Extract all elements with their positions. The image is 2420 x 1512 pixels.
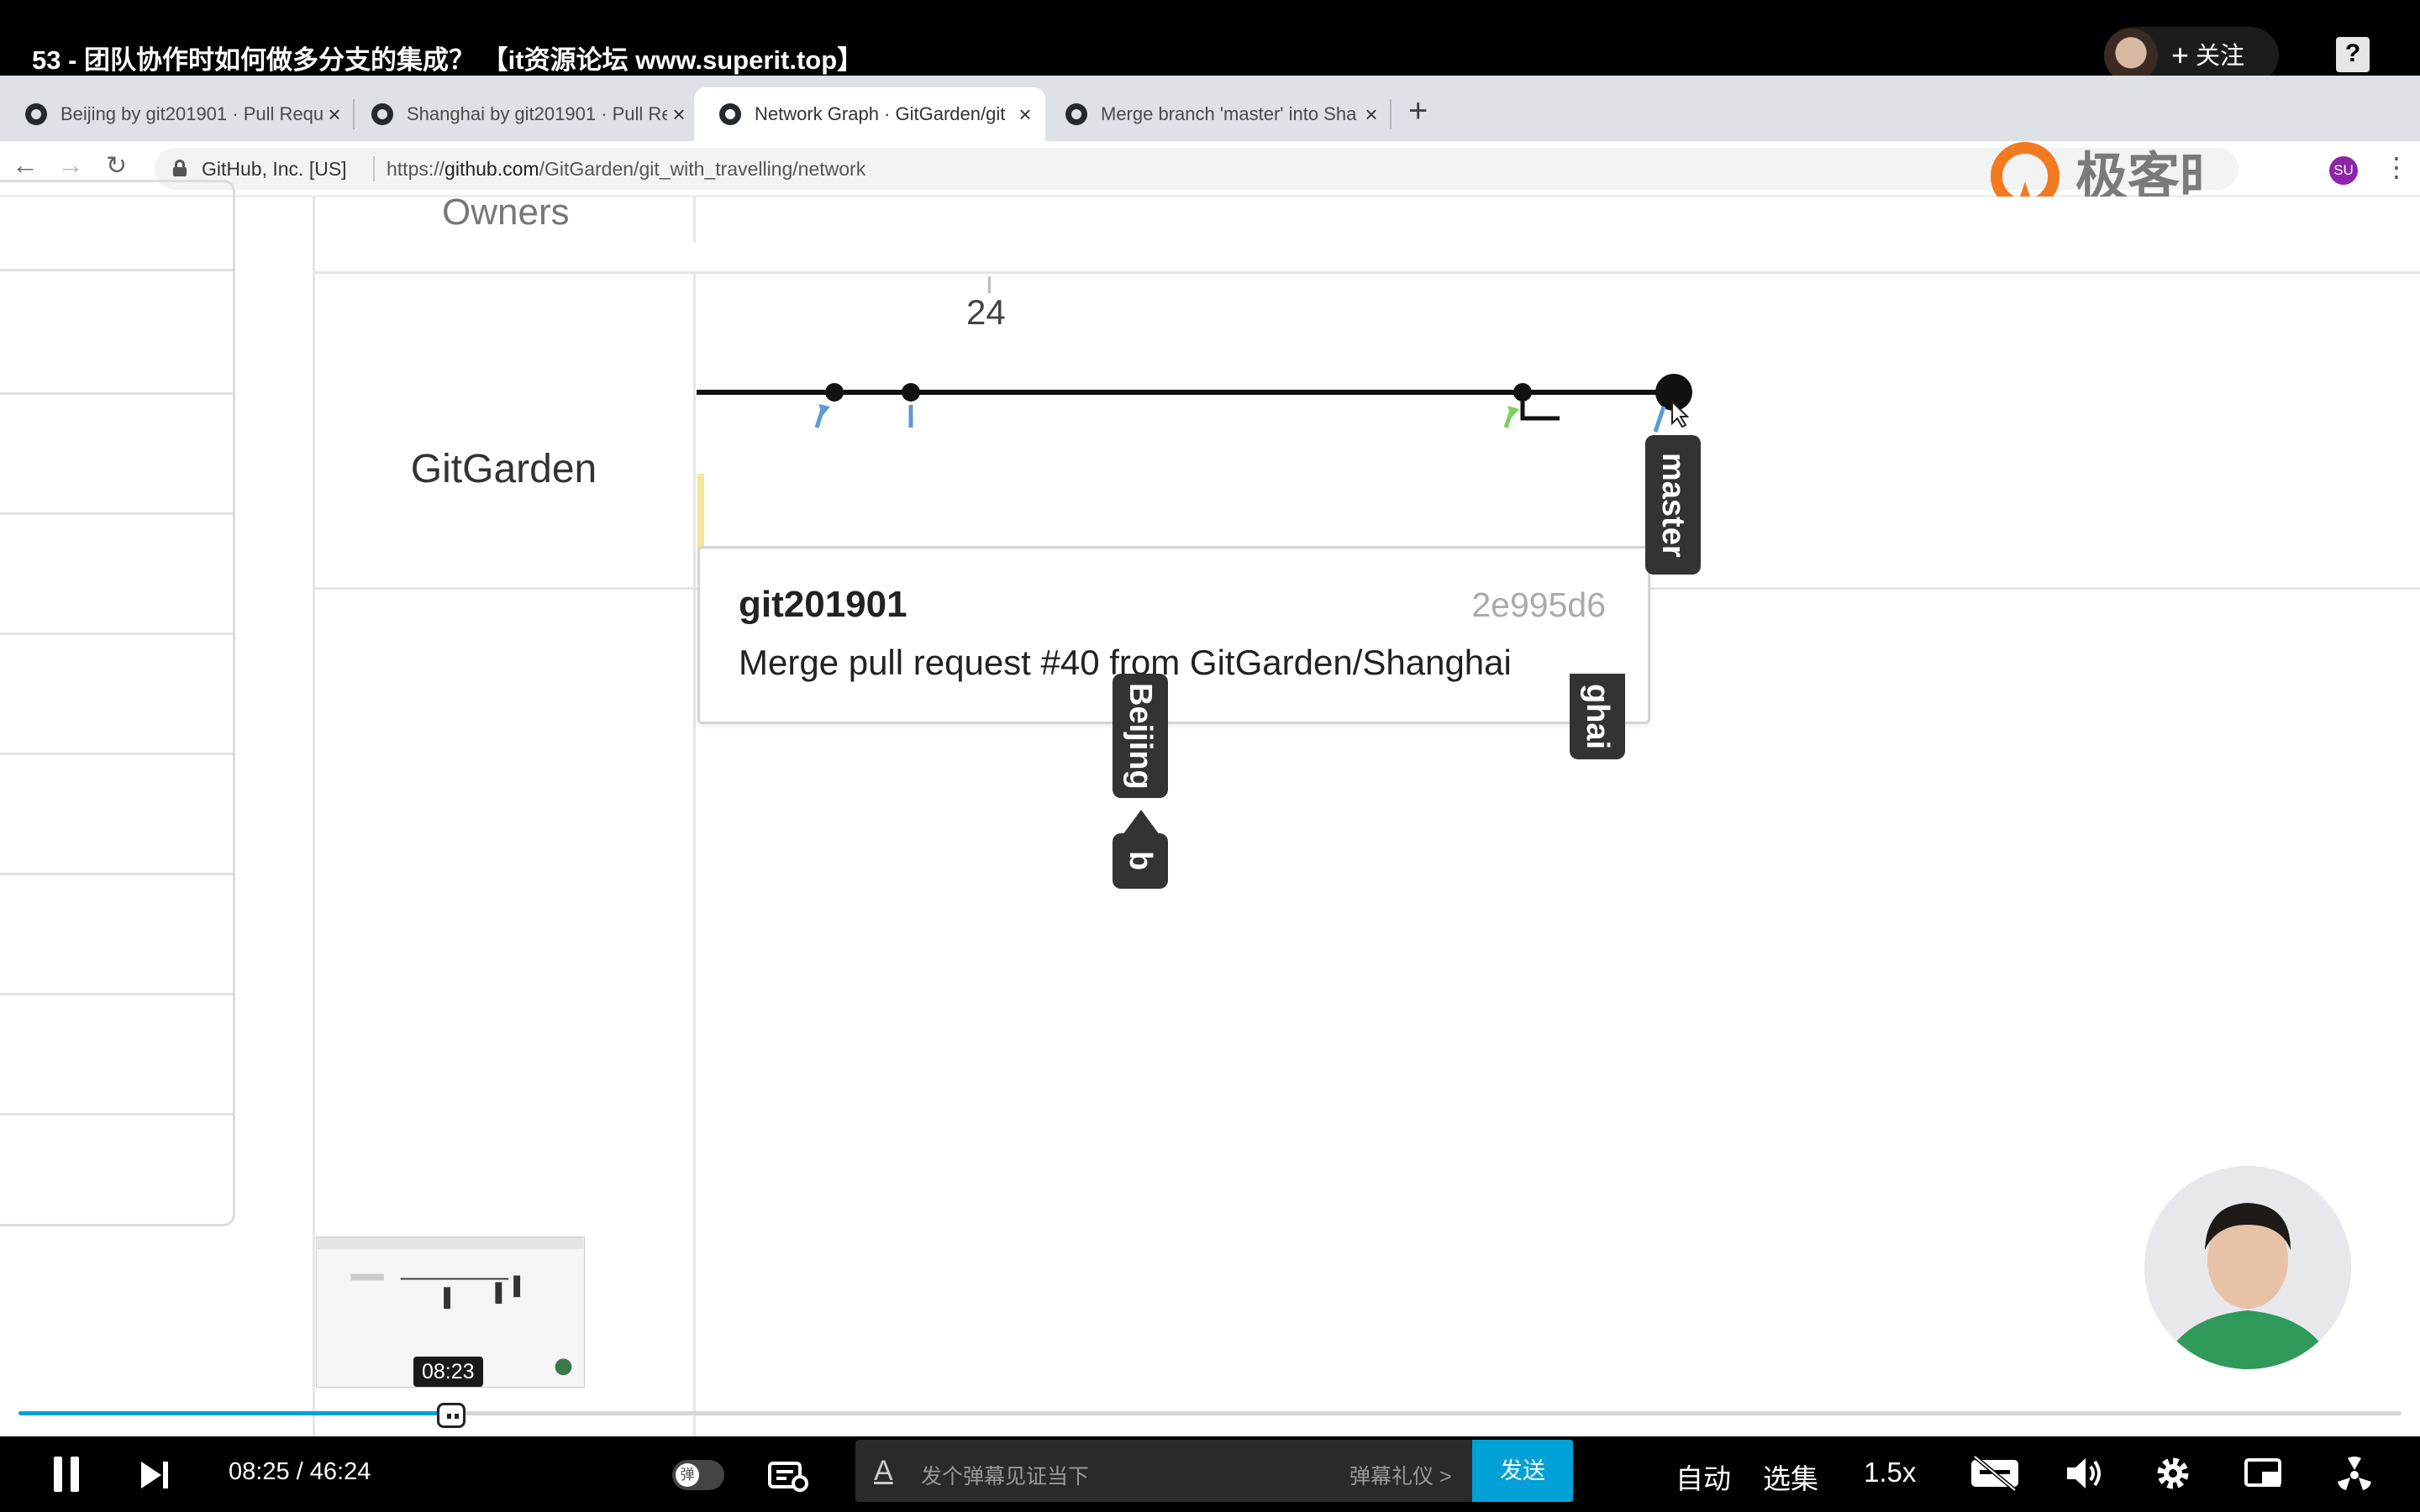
font-style-icon[interactable]: A (874, 1455, 893, 1488)
close-icon[interactable]: × (323, 102, 346, 128)
close-icon[interactable]: × (1360, 102, 1383, 128)
browser-tab-merge-branch[interactable]: Merge branch 'master' into Sha × (1040, 87, 1392, 141)
progress-fill (18, 1411, 451, 1415)
branch-arrow (1653, 406, 1666, 433)
plus-icon: + (2171, 38, 2190, 72)
tag-pointer (1123, 810, 1160, 835)
danmaku-placeholder: 发个弹幕见证当下 (921, 1465, 1090, 1488)
settings-gear-icon[interactable] (2153, 1455, 2193, 1492)
url-divider (373, 156, 375, 181)
volume-icon[interactable] (2064, 1455, 2104, 1492)
browser-tab-network-graph[interactable]: Network Graph · GitGarden/git × (694, 87, 1045, 141)
url-text[interactable]: https://github.com/GitGarden/git_with_tr… (387, 158, 865, 181)
danmaku-settings-icon[interactable] (768, 1460, 808, 1492)
current-time: 08:25 (229, 1458, 290, 1485)
panel-divider (0, 873, 233, 875)
send-danmaku-button[interactable]: 发送 (1472, 1440, 1573, 1502)
address-bar[interactable]: GitHub, Inc. [US] https://github.com/Git… (155, 148, 2238, 190)
time-display: 08:25 / 46:24 (229, 1458, 371, 1486)
network-graph[interactable]: Owners GitGarden 24 git201901 2e995d6 Me… (313, 192, 2420, 1436)
player-top-bar: 53 - 团队协作时如何做多分支的集成？ 【it资源论坛 www.superit… (0, 0, 2420, 84)
back-arrow-icon[interactable]: ← (12, 150, 39, 181)
danmaku-toggle-knob: 弹 (676, 1463, 699, 1487)
branch-label-master[interactable]: master (1645, 435, 1701, 575)
player-control-bar: 08:25 / 46:24 弹 A 发个弹幕见证当下 弹幕礼仪 > 发送 自动 … (0, 1436, 2420, 1512)
browser-tab-shanghai[interactable]: Shanghai by git201901 · Pull Re × (346, 87, 699, 141)
panel-divider (0, 633, 233, 635)
video-title: 53 - 团队协作时如何做多分支的集成？ 【it资源论坛 www.superit… (32, 45, 864, 75)
browser-tab-beijing[interactable]: Beijing by git201901 · Pull Requ × (0, 87, 355, 141)
browser-tab-strip: Beijing by git201901 · Pull Requ × Shang… (0, 76, 2420, 141)
lock-icon[interactable] (173, 160, 187, 176)
github-icon (25, 103, 47, 125)
pause-button[interactable] (54, 1457, 79, 1492)
url-prefix: https:// (387, 158, 445, 180)
tab-label: Beijing by git201901 · Pull Requ (60, 103, 323, 124)
branch-label-shanghai[interactable]: ghai (1570, 674, 1625, 759)
panel-divider (0, 512, 233, 515)
next-episode-button[interactable] (141, 1462, 170, 1488)
subtitles-icon[interactable] (1970, 1455, 2020, 1492)
recorded-browser-window: Beijing by git201901 · Pull Requ × Shang… (0, 76, 2420, 1436)
new-tab-button[interactable]: + (1408, 92, 1428, 130)
commit-dot[interactable] (902, 383, 920, 402)
danmaku-etiquette-link[interactable]: 弹幕礼仪 > (1349, 1460, 1452, 1490)
tab-label: Network Graph · GitGarden/git (755, 103, 1006, 124)
commit-dot[interactable] (825, 383, 844, 402)
time-separator: / (296, 1458, 303, 1485)
danmaku-toggle[interactable]: 弹 (672, 1460, 724, 1490)
panel-divider (0, 1113, 233, 1116)
github-icon (1065, 103, 1087, 125)
more-vertical-icon[interactable]: ⋮ (2383, 151, 2410, 183)
branch-label-beijing[interactable]: Beijing (1113, 674, 1168, 798)
left-sidebar-panel (0, 180, 235, 1226)
panel-divider (0, 269, 233, 271)
commit-author: git201901 (739, 584, 908, 625)
url-host: github.com (445, 158, 539, 180)
presenter-camera (2144, 1166, 2351, 1369)
forward-arrow-icon[interactable]: → (57, 150, 84, 181)
close-icon[interactable]: × (667, 102, 691, 128)
uploader-avatar[interactable] (2104, 29, 2158, 82)
preview-time: 08:23 (413, 1357, 483, 1387)
github-icon (371, 103, 393, 125)
episodes-button[interactable]: 选集 (1763, 1457, 1818, 1497)
total-time: 46:24 (309, 1458, 371, 1485)
tab-label: Shanghai by git201901 · Pull Re (407, 103, 667, 124)
commit-tooltip: git201901 2e995d6 Merge pull request #40… (697, 546, 1650, 724)
close-icon[interactable]: × (1013, 102, 1037, 128)
autoplay-button[interactable]: 自动 (1676, 1457, 1731, 1497)
tag-label-b[interactable]: b (1113, 833, 1168, 889)
site-identity[interactable]: GitHub, Inc. [US] (202, 158, 347, 181)
follow-label: 关注 (2196, 43, 2245, 70)
commit-graph-svg[interactable] (313, 197, 2420, 835)
profile-avatar[interactable]: SU (2329, 156, 2358, 185)
github-icon (719, 103, 741, 125)
reload-icon[interactable]: ↻ (106, 151, 127, 181)
picture-in-picture-icon[interactable] (2244, 1455, 2284, 1492)
panel-divider (0, 993, 233, 995)
tab-separator (1390, 99, 1392, 129)
playback-speed-button[interactable]: 1.5x (1864, 1457, 1916, 1488)
panel-divider (0, 392, 233, 395)
progress-bar[interactable] (18, 1411, 2402, 1415)
fullscreen-icon[interactable] (2334, 1455, 2375, 1492)
commit-sha: 2e995d6 (1471, 585, 1606, 624)
tab-label: Merge branch 'master' into Sha (1101, 103, 1357, 124)
danmaku-input[interactable]: A 发个弹幕见证当下 弹幕礼仪 > (855, 1440, 1573, 1502)
panel-divider (0, 753, 233, 755)
progress-thumb-icon[interactable] (436, 1403, 466, 1428)
branch-color-strip (697, 474, 704, 554)
url-path: /GitGarden/git_with_travelling/network (539, 158, 866, 180)
question-icon[interactable]: ? (2336, 37, 2370, 72)
